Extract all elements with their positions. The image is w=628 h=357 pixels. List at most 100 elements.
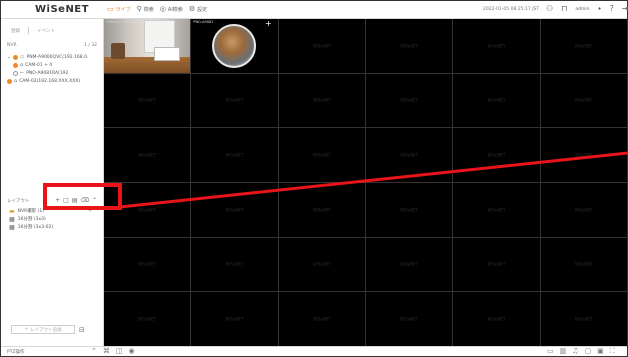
main-tabs: ▭ ライブ ⚲ 検索 ◎ AI検索 ⚙ 設定 bbox=[107, 5, 207, 14]
video-tile-cam02[interactable]: PNO-A9081 + bbox=[191, 19, 278, 73]
video-tile-empty[interactable]: WiSeNET bbox=[191, 292, 278, 346]
video-tile-empty[interactable]: WiSeNET bbox=[540, 128, 627, 182]
logout-icon[interactable]: ⇥ bbox=[622, 4, 628, 14]
video-tile-empty[interactable]: WiSeNET bbox=[366, 237, 453, 292]
video-tile-empty[interactable]: WiSeNET bbox=[278, 128, 365, 182]
divider bbox=[28, 27, 29, 34]
camera-icon: ⌂ bbox=[20, 62, 24, 68]
online-status-icon bbox=[13, 62, 18, 68]
window-icon[interactable]: ▢ bbox=[585, 347, 592, 356]
add-layout-button[interactable]: + レイアウト追加 bbox=[11, 325, 75, 334]
video-tile-empty[interactable]: WiSeNET bbox=[104, 73, 191, 128]
chevron-up-icon[interactable]: ⌃ bbox=[91, 347, 97, 355]
tab-search[interactable]: ⚲ 検索 bbox=[136, 5, 154, 14]
video-tile-empty[interactable]: WiSeNET bbox=[191, 237, 278, 292]
highlight-box bbox=[43, 183, 122, 210]
video-tile-empty[interactable]: WiSeNET bbox=[191, 183, 278, 237]
tab-register[interactable]: 登録 bbox=[11, 28, 20, 34]
layout-icon[interactable]: ▣ bbox=[597, 347, 604, 356]
people-icon[interactable]: ⚇ bbox=[546, 4, 553, 14]
capture-icon[interactable]: ◫ bbox=[116, 347, 123, 355]
offline-status-icon bbox=[13, 70, 18, 76]
video-tile-empty[interactable]: WiSeNET bbox=[540, 237, 627, 292]
video-tile-empty[interactable]: WiSeNET bbox=[540, 183, 627, 237]
device-header: NVR 1 / 32 bbox=[7, 43, 97, 48]
ptz-label[interactable]: PTZ操作 bbox=[7, 349, 25, 355]
left-panel-bottom: + レイアウト追加 ⊟ bbox=[11, 325, 97, 334]
video-tile-empty[interactable]: WiSeNET bbox=[453, 292, 540, 346]
camera-icon: ⌐ bbox=[20, 70, 25, 76]
online-status-icon bbox=[7, 78, 12, 84]
video-tile-empty[interactable]: WiSeNET bbox=[278, 292, 365, 346]
panel-toggle-icon[interactable]: ⊟ bbox=[79, 326, 85, 334]
video-tile-empty[interactable]: WiSeNET bbox=[366, 128, 453, 182]
layout-list: ▬ NVR撮影 (1) ▦ 16分割 (3x3) ▦ 16分割 (3x3-02) bbox=[9, 207, 99, 231]
device-count: 1 / 32 bbox=[84, 43, 97, 48]
tree-item-cam02[interactable]: ⌂ CAM-02(192.168.XXX.XXX) bbox=[7, 77, 103, 85]
video-tile-empty[interactable]: WiSeNET bbox=[540, 19, 627, 73]
video-tile-empty[interactable]: WiSeNET bbox=[104, 128, 191, 182]
video-tile-empty[interactable]: WiSeNET bbox=[540, 73, 627, 128]
layout-item-3[interactable]: ▦ 16分割 (3x3-02) bbox=[9, 223, 99, 231]
record-icon[interactable]: ◉ bbox=[129, 347, 135, 355]
wisenet-logo: WiSeNET bbox=[35, 4, 89, 15]
video-tile-empty[interactable]: WiSeNET bbox=[191, 128, 278, 182]
online-status-icon bbox=[12, 54, 18, 60]
search-icon: ⚲ bbox=[136, 5, 142, 13]
video-tile-empty[interactable]: WiSeNET bbox=[453, 73, 540, 128]
screen-icon[interactable]: ▭ bbox=[547, 347, 554, 356]
video-tile-empty[interactable]: WiSeNET bbox=[453, 183, 540, 237]
view-tools: ▭ ▥ ♫ ▢ ▣ ⛶ bbox=[547, 347, 615, 356]
bottom-bar: PTZ操作 ⌃ ⌘ ◫ ◉ ▭ ▥ ♫ ▢ ▣ ⛶ bbox=[1, 346, 627, 356]
video-tile-empty[interactable]: WiSeNET bbox=[104, 237, 191, 292]
bookmark-icon[interactable]: ⌘ bbox=[103, 347, 110, 355]
split-icon[interactable]: ▥ bbox=[560, 347, 567, 356]
top-bar: WiSeNET ▭ ライブ ⚲ 検索 ◎ AI検索 ⚙ 設定 2022-01-0… bbox=[1, 1, 628, 19]
fullscreen-icon[interactable]: ⛶ bbox=[610, 347, 615, 356]
gear-icon: ⚙ bbox=[188, 5, 196, 13]
folder-icon: ▬ bbox=[9, 207, 15, 215]
status-dot-icon: • bbox=[597, 5, 602, 13]
chevron-down-icon: ⌄ bbox=[7, 54, 11, 60]
video-tile-empty[interactable]: WiSeNET bbox=[278, 183, 365, 237]
tab-settings[interactable]: ⚙ 設定 bbox=[188, 5, 207, 14]
video-tile-empty[interactable]: WiSeNET bbox=[366, 19, 453, 73]
camera-icon: ⌂ bbox=[14, 78, 18, 84]
video-tile-empty[interactable]: WiSeNET bbox=[191, 73, 278, 128]
tab-event[interactable]: イベント bbox=[37, 28, 55, 34]
audio-icon[interactable]: ♫ bbox=[572, 347, 578, 356]
video-tile-empty[interactable]: WiSeNET bbox=[104, 292, 191, 346]
nvr-icon: ▭ bbox=[19, 54, 25, 60]
lock-icon[interactable]: ⊓ bbox=[561, 4, 567, 14]
video-tile-empty[interactable]: WiSeNET bbox=[278, 19, 365, 73]
user-name[interactable]: admin bbox=[575, 7, 589, 12]
video-grid: CAM-01 (192.168.1) PNO-A9081 + WiSeNET W… bbox=[104, 19, 627, 346]
tree-item-pno[interactable]: ⌐ PNO-A9081RA(192 bbox=[7, 69, 103, 77]
grid-icon: ▦ bbox=[9, 215, 15, 223]
tab-live[interactable]: ▭ ライブ bbox=[107, 6, 131, 14]
datetime-display: 2022-01-05 08:25:17 JST bbox=[483, 7, 540, 12]
video-tile-empty[interactable]: WiSeNET bbox=[366, 292, 453, 346]
chair-shape bbox=[110, 43, 125, 60]
layout-item-2[interactable]: ▦ 16分割 (3x3) bbox=[9, 215, 99, 223]
bottom-tools: ⌃ ⌘ ◫ ◉ bbox=[91, 347, 135, 355]
plus-icon: + bbox=[24, 327, 29, 332]
video-tile-empty[interactable]: WiSeNET bbox=[453, 128, 540, 182]
video-tile-empty[interactable]: WiSeNET bbox=[366, 73, 453, 128]
video-tile-empty[interactable]: WiSeNET bbox=[278, 237, 365, 292]
add-camera-icon[interactable]: + bbox=[265, 19, 272, 28]
video-tile-empty[interactable]: WiSeNET bbox=[540, 292, 627, 346]
video-tile-cam01[interactable]: CAM-01 (192.168.1) bbox=[104, 19, 191, 73]
tab-ai-search[interactable]: ◎ AI検索 bbox=[159, 5, 183, 14]
tree-item-nvr[interactable]: ⌄ ▭ PNM-A9000QVC(192.168.0. bbox=[7, 53, 103, 61]
video-tile-empty[interactable]: WiSeNET bbox=[453, 19, 540, 73]
help-icon[interactable]: ? bbox=[610, 4, 614, 14]
video-tile-empty[interactable]: WiSeNET bbox=[278, 73, 365, 128]
tree-item-cam01[interactable]: ⌂ CAM-01 + 4 bbox=[7, 61, 103, 69]
left-panel-tabs: 登録 イベント bbox=[11, 27, 55, 34]
video-tile-empty[interactable]: WiSeNET bbox=[453, 237, 540, 292]
ai-search-icon: ◎ bbox=[159, 5, 166, 13]
video-tile-empty[interactable]: WiSeNET bbox=[366, 183, 453, 237]
table-shape bbox=[154, 46, 181, 61]
tile-label: PNO-A9081 bbox=[193, 20, 214, 24]
